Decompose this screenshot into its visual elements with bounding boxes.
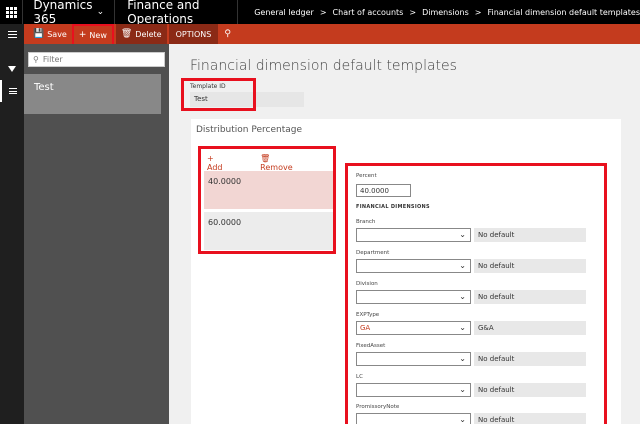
list-item[interactable]: Test (24, 74, 161, 114)
department-label: Department (356, 250, 390, 256)
exptype-value: GA (360, 324, 371, 332)
trash-icon: 🗑 (260, 154, 271, 163)
fixedasset-description: No default (474, 352, 586, 366)
chevron-down-icon: ⌄ (459, 385, 466, 394)
table-row[interactable]: 40.0000 (204, 171, 333, 209)
breadcrumb-chart-of-accounts[interactable]: Chart of accounts (333, 8, 404, 17)
chevron-right-icon: > (319, 7, 327, 17)
chevron-down-icon: ⌄ (459, 323, 466, 332)
delete-label: Delete (135, 29, 162, 39)
save-label: Save (47, 29, 67, 39)
department-dropdown[interactable]: ⌄ (356, 259, 471, 273)
top-nav-bar: Dynamics 365 ⌄ Finance and Operations Ge… (0, 0, 640, 26)
financial-dimensions-heading: FINANCIAL DIMENSIONS (356, 204, 430, 210)
search-icon[interactable]: ⚲ (224, 29, 231, 39)
add-button[interactable]: + Add (207, 154, 250, 172)
hamburger-icon (7, 30, 17, 38)
plus-icon: + (207, 154, 214, 163)
new-label: New (89, 30, 107, 40)
options-tab[interactable]: OPTIONS (168, 24, 219, 44)
filter-pane-button[interactable] (0, 58, 24, 80)
chevron-down-icon: ⌄ (459, 230, 466, 239)
plus-icon: + (78, 30, 87, 40)
distribution-title: Distribution Percentage (196, 125, 302, 135)
app-switcher[interactable]: Dynamics 365 ⌄ (23, 0, 116, 26)
fixedasset-label: FixedAsset (356, 343, 386, 349)
chevron-down-icon: ⌄ (459, 415, 466, 424)
breadcrumb: General ledger > Chart of accounts > Dim… (238, 8, 640, 17)
save-button[interactable]: 💾 Save (28, 24, 72, 44)
list-icon (9, 88, 17, 94)
left-rail (0, 44, 24, 424)
department-description: No default (474, 259, 586, 273)
chevron-right-icon: > (409, 7, 417, 17)
list-view-button[interactable] (0, 80, 24, 102)
percent-label: Percent (356, 173, 377, 179)
main-content: Financial dimension default templates Te… (169, 44, 640, 424)
branch-label: Branch (356, 219, 376, 225)
list-pane: ⚲ Filter Test (24, 44, 169, 424)
distribution-panel: Distribution Percentage + Add 🗑 Remove 4… (191, 119, 621, 424)
exptype-label: EXPType (356, 312, 380, 318)
exptype-description: G&A (474, 321, 586, 335)
promissorynote-label: PromissoryNote (356, 404, 400, 410)
remove-button[interactable]: 🗑 Remove (260, 154, 323, 172)
app-name: Dynamics 365 (33, 0, 93, 26)
chevron-down-icon: ⌄ (459, 354, 466, 363)
filter-placeholder: Filter (42, 55, 63, 64)
distribution-lines-highlight: + Add 🗑 Remove 40.0000 60.0000 (198, 146, 336, 254)
division-label: Division (356, 281, 378, 287)
division-dropdown[interactable]: ⌄ (356, 290, 471, 304)
waffle-icon (5, 6, 17, 18)
chevron-right-icon: > (474, 7, 482, 17)
division-description: No default (474, 290, 586, 304)
percent-input[interactable]: 40.0000 (356, 184, 411, 197)
branch-dropdown[interactable]: ⌄ (356, 228, 471, 242)
breadcrumb-general-ledger[interactable]: General ledger (254, 8, 314, 17)
trash-icon: 🗑 (120, 29, 133, 39)
nav-menu-button[interactable] (0, 24, 24, 44)
lc-description: No default (474, 383, 586, 397)
funnel-icon (8, 66, 16, 72)
branch-description: No default (474, 228, 586, 242)
fixedasset-dropdown[interactable]: ⌄ (356, 352, 471, 366)
chevron-down-icon: ⌄ (96, 7, 105, 17)
chevron-down-icon: ⌄ (459, 261, 466, 270)
app-launcher-button[interactable] (0, 0, 24, 24)
page-title: Financial dimension default templates (190, 58, 457, 74)
template-id-highlight (181, 78, 256, 111)
promissorynote-dropdown[interactable]: ⌄ (356, 413, 471, 424)
delete-button[interactable]: 🗑 Delete (115, 24, 167, 44)
module-name[interactable]: Finance and Operations (115, 0, 239, 26)
dimension-detail-highlight: Percent 40.0000 FINANCIAL DIMENSIONS Bra… (345, 163, 607, 424)
search-icon: ⚲ (33, 55, 39, 64)
filter-input[interactable]: ⚲ Filter (28, 52, 165, 67)
lc-dropdown[interactable]: ⌄ (356, 383, 471, 397)
chevron-down-icon: ⌄ (459, 292, 466, 301)
breadcrumb-current-page: Financial dimension default templates (487, 7, 640, 17)
save-icon: 💾 (33, 29, 45, 39)
exptype-dropdown[interactable]: GA ⌄ (356, 321, 471, 335)
promissorynote-description: No default (474, 413, 586, 424)
grid-toolbar: + Add 🗑 Remove (207, 154, 333, 172)
table-row[interactable]: 60.0000 (204, 212, 333, 250)
action-bar: 💾 Save + New 🗑 Delete OPTIONS ⚲ (0, 23, 640, 47)
lc-label: LC (356, 374, 363, 380)
breadcrumb-dimensions[interactable]: Dimensions (422, 8, 469, 17)
